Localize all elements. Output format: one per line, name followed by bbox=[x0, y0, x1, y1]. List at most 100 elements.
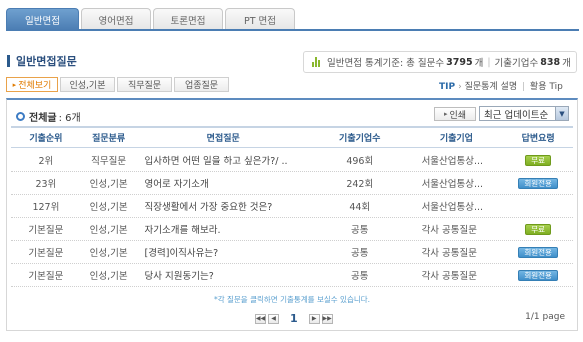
page-title: 일반면접질문 bbox=[16, 55, 77, 68]
stats-unit: 개 bbox=[474, 58, 484, 69]
company-cell: 각사 공통질문 bbox=[421, 248, 478, 259]
click-hint: *각 질문을 클릭하면 기출통계를 보실수 있습니다. bbox=[213, 295, 371, 304]
total-value: : 6개 bbox=[58, 113, 81, 124]
bar-chart-icon bbox=[312, 57, 322, 67]
tab-general-interview[interactable]: 일반면접 bbox=[6, 8, 79, 30]
table-row[interactable]: 23위 인성,기본 영어로 자기소개 242회 서울산업통상... 회원전용 bbox=[11, 172, 573, 195]
answer-cell: 무료 bbox=[503, 149, 573, 171]
table-row[interactable]: 기본질문 인성,기본 자기소개를 해보라. 공통 각사 공통질문 무료 bbox=[11, 218, 573, 241]
category-cell: 인성,기본 bbox=[89, 202, 128, 213]
count-cell: 공통 bbox=[351, 225, 369, 236]
answer-cell bbox=[503, 195, 573, 217]
count-cell: 496회 bbox=[346, 156, 374, 167]
rank-cell: 기본질문 bbox=[28, 225, 64, 236]
rank-cell: 2위 bbox=[38, 156, 54, 167]
tab-industry[interactable]: 업종질문 bbox=[174, 77, 229, 92]
free-answer-badge[interactable]: 무료 bbox=[525, 154, 552, 166]
last-page-icon[interactable]: ▶▶ bbox=[321, 313, 333, 324]
current-page[interactable]: 1 bbox=[290, 312, 298, 325]
table-row[interactable]: 기본질문 인성,기본 당사 지원동기는? 공통 각사 공통질문 회원전용 bbox=[11, 264, 573, 287]
count-cell: 공통 bbox=[351, 271, 369, 282]
answer-cell: 회원전용 bbox=[503, 264, 573, 286]
count-cell: 공통 bbox=[351, 248, 369, 259]
sort-select[interactable]: 최근 업데이트순 ▼ bbox=[479, 106, 569, 121]
count-cell: 242회 bbox=[346, 179, 374, 190]
category-cell: 인성,기본 bbox=[89, 271, 128, 282]
rank-cell: 23위 bbox=[35, 179, 57, 190]
stats-explain-link[interactable]: 질문통계 설명 bbox=[465, 82, 518, 92]
category-cell: 직무질문 bbox=[91, 156, 127, 167]
column-header: 기출기업 bbox=[439, 134, 473, 144]
company-cell: 각사 공통질문 bbox=[421, 225, 478, 236]
tab-job[interactable]: 직무질문 bbox=[117, 77, 172, 92]
next-page-icon[interactable]: ▶ bbox=[308, 313, 320, 324]
column-header: 답변요령 bbox=[521, 134, 555, 144]
category-cell: 인성,기본 bbox=[89, 179, 128, 190]
total-label: 전체글 bbox=[29, 113, 57, 124]
column-header: 기출기업수 bbox=[339, 134, 381, 144]
stats-separator: | bbox=[487, 56, 491, 68]
top-tabs: 일반면접 영어면접 토론면접 PT 면접 bbox=[6, 8, 297, 30]
member-answer-badge[interactable]: 회원전용 bbox=[518, 269, 558, 281]
company-cell: 서울산업통상... bbox=[421, 202, 484, 213]
question-link[interactable]: 자기소개를 해보라. bbox=[137, 218, 310, 240]
section-heading: 일반면접질문 bbox=[7, 53, 77, 69]
usage-tip-link[interactable]: 활용 Tip bbox=[530, 82, 563, 92]
column-header: 면접질문 bbox=[206, 134, 240, 144]
pagination: ◀◀ ◀ 1 ▶ ▶▶ bbox=[254, 312, 334, 325]
question-list-panel: 전체글 : 6개 인쇄 최근 업데이트순 ▼ 기출순위 질문분류 면접질문 기출… bbox=[6, 98, 578, 331]
tip-label: TIP bbox=[439, 82, 456, 92]
question-link[interactable]: 직장생활에서 가장 중요한 것은? bbox=[137, 195, 310, 217]
member-answer-badge[interactable]: 회원전용 bbox=[518, 246, 558, 258]
print-button[interactable]: 인쇄 bbox=[434, 107, 476, 121]
title-marker bbox=[7, 55, 10, 67]
free-answer-badge[interactable]: 무료 bbox=[525, 223, 552, 235]
rank-cell: 127위 bbox=[32, 202, 60, 213]
stats-box: 일반면접 통계기준: 총 질문수 3795 개 | 기출기업수 838 개 bbox=[303, 51, 577, 73]
first-page-icon[interactable]: ◀◀ bbox=[255, 313, 266, 324]
circle-icon bbox=[16, 112, 25, 121]
answer-cell: 무료 bbox=[503, 218, 573, 240]
page-info: 1/1 page bbox=[525, 312, 565, 322]
stats-unit: 개 bbox=[562, 58, 571, 69]
tab-english-interview[interactable]: 영어면접 bbox=[81, 8, 151, 30]
count-cell: 44회 bbox=[349, 202, 371, 213]
table-row[interactable]: 기본질문 인성,기본 [경력]이직사유는? 공통 각사 공통질문 회원전용 bbox=[11, 241, 573, 264]
member-answer-badge[interactable]: 회원전용 bbox=[518, 177, 558, 189]
print-label: 인쇄 bbox=[449, 110, 467, 121]
table-body: 2위 직무질문 입사하면 어떤 일을 하고 싶은가?/ .. 496회 서울산업… bbox=[11, 149, 573, 287]
tab-all[interactable]: 전체보기 bbox=[6, 77, 58, 92]
sort-selected-value: 최근 업데이트순 bbox=[484, 109, 549, 121]
tab-personality[interactable]: 인성,기본 bbox=[60, 77, 115, 92]
category-cell: 인성,기본 bbox=[89, 248, 128, 259]
category-cell: 인성,기본 bbox=[89, 225, 128, 236]
question-link[interactable]: 영어로 자기소개 bbox=[137, 172, 310, 194]
company-count: 838 bbox=[540, 56, 561, 68]
company-count-label: 기출기업수 bbox=[494, 58, 539, 69]
tab-pt-interview[interactable]: PT 면접 bbox=[225, 8, 295, 30]
tab-debate-interview[interactable]: 토론면접 bbox=[153, 8, 223, 30]
category-tabs: 전체보기 인성,기본 직무질문 업종질문 bbox=[6, 77, 231, 92]
answer-cell: 회원전용 bbox=[503, 172, 573, 194]
column-header: 기출순위 bbox=[29, 134, 63, 144]
chevron-down-icon[interactable]: ▼ bbox=[555, 107, 568, 120]
table-row[interactable]: 127위 인성,기본 직장생활에서 가장 중요한 것은? 44회 서울산업통상.… bbox=[11, 195, 573, 218]
stats-prefix: 일반면접 통계기준: 총 질문수 bbox=[327, 58, 445, 69]
question-link[interactable]: 입사하면 어떤 일을 하고 싶은가?/ .. bbox=[137, 149, 310, 171]
question-count: 3795 bbox=[446, 56, 473, 68]
column-header: 질문분류 bbox=[92, 134, 126, 144]
tabs-divider bbox=[6, 29, 579, 31]
company-cell: 각사 공통질문 bbox=[421, 271, 478, 282]
question-link[interactable]: [경력]이직사유는? bbox=[137, 241, 310, 263]
rank-cell: 기본질문 bbox=[28, 248, 64, 259]
table-header: 기출순위 질문분류 면접질문 기출기업수 기출기업 답변요령 bbox=[11, 128, 573, 148]
company-cell: 서울산업통상... bbox=[421, 179, 484, 190]
rank-cell: 기본질문 bbox=[28, 271, 64, 282]
table-row[interactable]: 2위 직무질문 입사하면 어떤 일을 하고 싶은가?/ .. 496회 서울산업… bbox=[11, 149, 573, 172]
total-count: 전체글 : 6개 bbox=[16, 109, 81, 124]
prev-page-icon[interactable]: ◀ bbox=[268, 313, 279, 324]
answer-cell: 회원전용 bbox=[503, 241, 573, 263]
company-cell: 서울산업통상... bbox=[421, 156, 484, 167]
tip-links: TIP › 질문통계 설명 | 활용 Tip bbox=[439, 82, 563, 92]
question-link[interactable]: 당사 지원동기는? bbox=[137, 264, 310, 286]
